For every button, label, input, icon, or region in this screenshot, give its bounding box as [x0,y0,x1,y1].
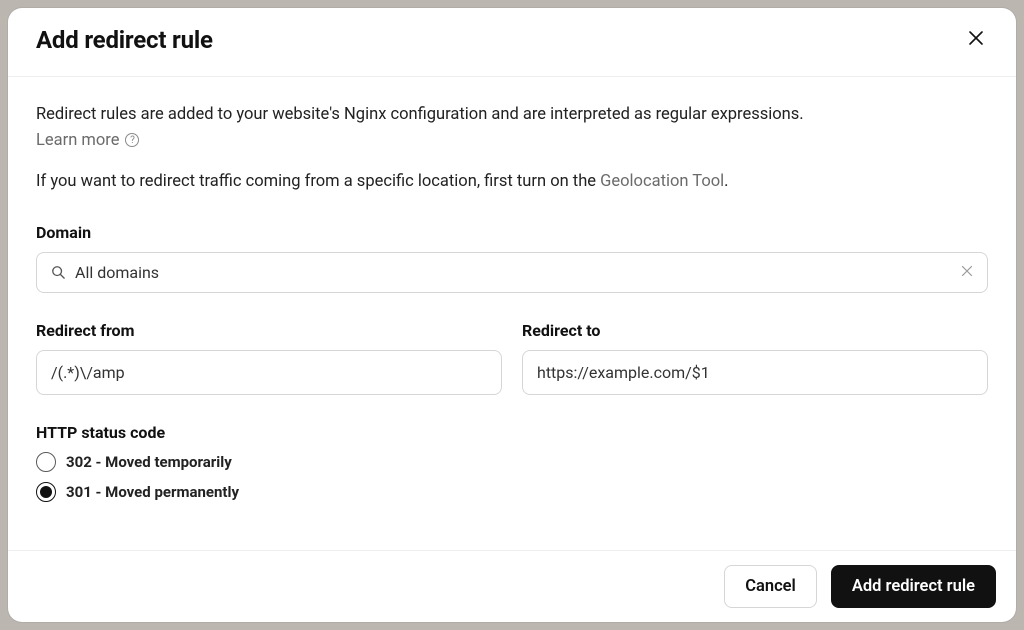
submit-button[interactable]: Add redirect rule [831,565,996,608]
description-text: Redirect rules are added to your website… [36,103,988,127]
domain-label: Domain [36,223,988,242]
redirect-from-label: Redirect from [36,321,502,340]
radio-icon [36,452,56,472]
modal-footer: Cancel Add redirect rule [8,550,1016,622]
http-status-label: HTTP status code [36,423,988,442]
redirect-to-col: Redirect to [522,321,988,395]
secondary-description: If you want to redirect traffic coming f… [36,172,988,191]
http-status-section: HTTP status code 302 - Moved temporarily… [36,423,988,502]
help-icon[interactable]: ? [125,133,139,147]
search-icon [51,265,65,279]
radio-icon [36,482,56,502]
domain-value: All domains [75,263,951,282]
secondary-description-prefix: If you want to redirect traffic coming f… [36,172,600,191]
cancel-button[interactable]: Cancel [724,565,817,608]
add-redirect-rule-modal: Add redirect rule Redirect rules are add… [8,8,1016,622]
radio-302[interactable]: 302 - Moved temporarily [36,452,988,472]
domain-section: Domain All domains [36,223,988,293]
radio-302-label: 302 - Moved temporarily [66,453,232,471]
redirect-from-col: Redirect from [36,321,502,395]
redirect-from-input[interactable] [36,350,502,395]
domain-select[interactable]: All domains [36,252,988,293]
learn-more-link[interactable]: Learn more [36,131,119,150]
radio-301[interactable]: 301 - Moved permanently [36,482,988,502]
modal-title: Add redirect rule [36,26,213,54]
clear-icon[interactable] [961,264,973,280]
modal-header: Add redirect rule [8,8,1016,77]
secondary-description-suffix: . [724,172,728,191]
redirect-fields-row: Redirect from Redirect to [36,321,988,395]
geolocation-tool-link[interactable]: Geolocation Tool [600,172,724,191]
close-icon [968,29,984,51]
redirect-to-label: Redirect to [522,321,988,340]
redirect-to-input[interactable] [522,350,988,395]
close-button[interactable] [964,26,988,54]
radio-301-label: 301 - Moved permanently [66,483,239,501]
modal-body: Redirect rules are added to your website… [8,77,1016,550]
learn-more-row: Learn more ? [36,131,988,150]
